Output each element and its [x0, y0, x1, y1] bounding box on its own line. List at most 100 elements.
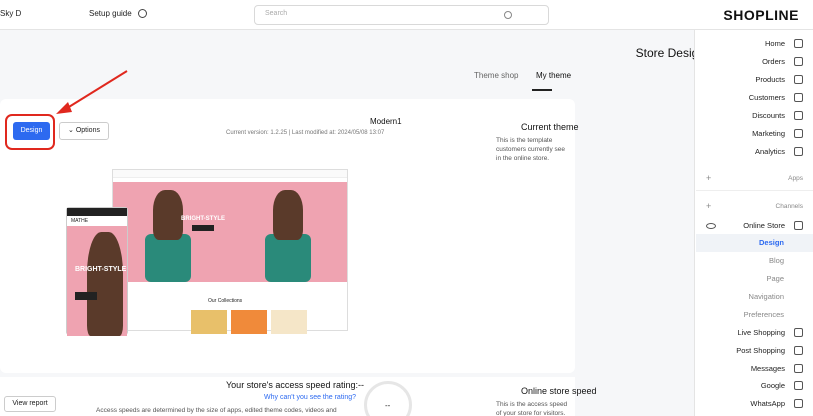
sidebar-item-products[interactable]: Products	[696, 71, 813, 89]
sidebar-item-label: Products	[755, 75, 785, 84]
annotation-arrow-icon	[56, 70, 128, 114]
design-button-highlight	[5, 114, 55, 150]
sidebar-subitem-navigation[interactable]: Navigation	[696, 288, 813, 306]
sidebar-item-label: Orders	[762, 57, 785, 66]
sidebar-section-label: Apps	[788, 175, 803, 182]
setup-guide-link[interactable]: Setup guide	[89, 9, 132, 18]
collections-label: Our Collections	[208, 298, 243, 304]
theme-preview[interactable]: BRIGHT-STYLE Our Collections MATHE BRIGH…	[66, 163, 356, 337]
sidebar-subitem-design[interactable]: Design	[696, 234, 813, 252]
sidebar-item-label: Online Store	[743, 221, 785, 230]
brand-logo: SHOPLINE	[723, 7, 799, 23]
speed-gauge-value: --	[385, 401, 391, 410]
customers-icon	[794, 93, 803, 102]
options-label: Options	[75, 127, 100, 134]
top-bar: SHOPLINE Search Setup guide Sky D	[0, 0, 813, 30]
tab-theme-shop[interactable]: Theme shop	[474, 71, 518, 80]
sidebar-item-label: Google	[760, 381, 785, 390]
sidebar-item-orders[interactable]: Orders	[696, 53, 813, 71]
sidebar-subitem-label: Navigation	[748, 292, 784, 301]
mobile-hero-title: BRIGHT-STYLE	[75, 266, 127, 273]
sidebar-section-channels[interactable]: + Channels	[696, 200, 813, 214]
hero-text-block: BRIGHT-STYLE	[179, 216, 227, 240]
speed-rating-description: Access speeds are determined by the size…	[96, 407, 337, 414]
sidebar-item-discounts[interactable]: Discounts	[696, 107, 813, 125]
analytics-icon	[794, 147, 803, 156]
hero-figure-right-head	[273, 190, 303, 240]
sidebar-section-apps[interactable]: + Apps	[696, 172, 813, 186]
orders-icon	[794, 57, 803, 66]
sidebar-item-marketing[interactable]: Marketing	[696, 125, 813, 143]
eye-icon[interactable]	[706, 223, 716, 229]
discounts-icon	[794, 111, 803, 120]
current-theme-heading: Current theme	[521, 122, 579, 132]
sidebar-item-label: Analytics	[754, 147, 785, 156]
online-store-speed-description: This is the access speed of your store f…	[496, 401, 568, 416]
theme-meta: Current version: 1.2.25 | Last modified …	[226, 130, 385, 136]
mobile-brand: MATHE	[71, 218, 89, 224]
sidebar-subitem-label: Design	[758, 238, 784, 247]
products-icon	[794, 75, 803, 84]
search-icon	[504, 11, 512, 19]
current-theme-description: This is the template customers currently…	[496, 137, 565, 162]
tab-my-theme[interactable]: My theme	[536, 71, 571, 80]
sidebar-subitem-label: Page	[766, 274, 784, 283]
sidebar-item-label: Marketing	[752, 129, 785, 138]
mobile-hero-figure	[87, 232, 123, 336]
sidebar-item-live-shopping[interactable]: Live Shopping	[696, 324, 813, 342]
sidebar-item-label: Customers	[748, 93, 785, 102]
sidebar-section-label: Channels	[775, 203, 803, 210]
online-store-speed-heading: Online store speed	[521, 386, 597, 396]
search-input[interactable]: Search	[254, 5, 549, 25]
sidebar-item-label: Messages	[750, 364, 785, 373]
desktop-hero: BRIGHT-STYLE	[113, 182, 347, 282]
collection-thumb	[231, 310, 267, 334]
add-channel-icon[interactable]: +	[706, 201, 711, 211]
sidebar-item-google[interactable]: Google	[696, 377, 813, 395]
collection-thumb	[271, 310, 307, 334]
sidebar-item-analytics[interactable]: Analytics	[696, 143, 813, 161]
sidebar-divider	[696, 190, 813, 191]
user-menu[interactable]: Sky D	[0, 9, 26, 18]
sidebar-item-label: Discounts	[752, 111, 785, 120]
sidebar-item-customers[interactable]: Customers	[696, 89, 813, 107]
sidebar-subitem-preferences[interactable]: Preferences	[696, 306, 813, 324]
sidebar-subitem-page[interactable]: Page	[696, 270, 813, 288]
speed-rating-title: Your store's access speed rating:--	[226, 380, 364, 390]
sidebar-subitem-label: Preferences	[743, 310, 784, 319]
setup-guide-icon	[138, 9, 147, 18]
hero-figure-left	[145, 234, 191, 282]
view-report-button[interactable]: View report	[4, 396, 56, 412]
active-tab-indicator	[532, 89, 552, 91]
desktop-hero-title: BRIGHT-STYLE	[180, 216, 225, 222]
collection-thumb	[191, 310, 227, 334]
sidebar-item-home[interactable]: Home	[696, 35, 813, 53]
add-app-icon[interactable]: +	[706, 173, 711, 183]
messages-icon	[794, 364, 803, 373]
live-icon	[794, 328, 803, 337]
whatsapp-icon	[794, 399, 803, 408]
post-icon	[794, 346, 803, 355]
sidebar-item-label: Post Shopping	[736, 346, 785, 355]
search-placeholder: Search	[265, 10, 288, 17]
sidebar-item-whatsapp[interactable]: WhatsApp	[696, 395, 813, 413]
mobile-hero: BRIGHT-STYLE	[67, 226, 127, 336]
sidebar-item-messages[interactable]: Messages	[696, 360, 813, 378]
chevron-down-icon: ⌄	[68, 127, 76, 134]
sidebar-item-label: WhatsApp	[750, 399, 785, 408]
marketing-icon	[794, 129, 803, 138]
google-icon	[794, 381, 803, 390]
sidebar-subitem-blog[interactable]: Blog	[696, 252, 813, 270]
store-icon	[794, 221, 803, 230]
options-button[interactable]: ⌄ Options	[59, 122, 109, 140]
mobile-banner	[67, 208, 127, 216]
speed-rating-help-link[interactable]: Why can't you see the rating?	[264, 394, 356, 401]
mobile-preview: MATHE BRIGHT-STYLE	[66, 207, 128, 336]
sidebar-item-label: Home	[764, 39, 785, 48]
theme-tabs: Theme shop My theme	[474, 71, 574, 91]
home-icon	[794, 39, 803, 48]
sidebar-item-post-shopping[interactable]: Post Shopping	[696, 342, 813, 360]
sidebar-subitem-label: Blog	[768, 256, 784, 265]
sidebar-item-label: Live Shopping	[737, 328, 785, 337]
desktop-nav-bar	[113, 170, 347, 178]
